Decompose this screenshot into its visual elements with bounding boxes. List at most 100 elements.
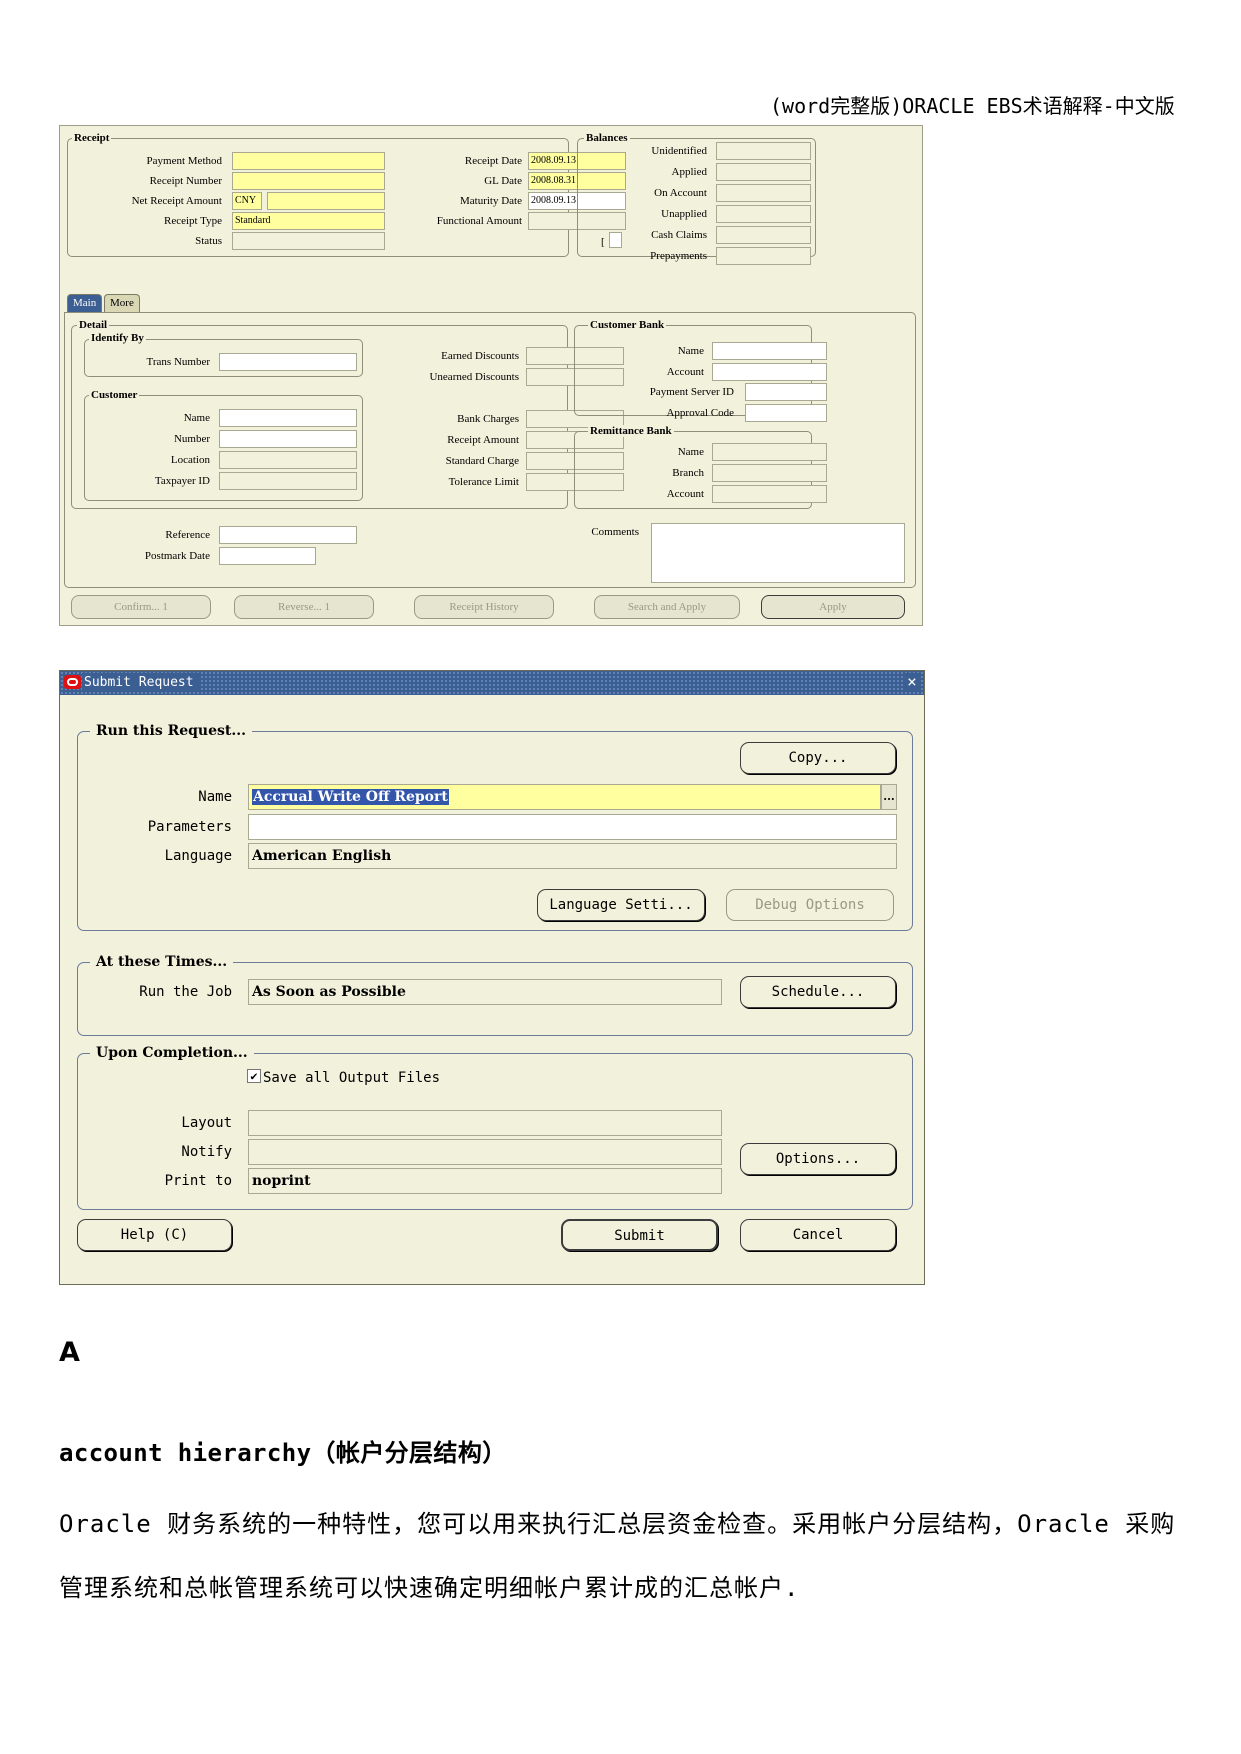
rb-name-label: Name — [677, 446, 704, 458]
reference-field[interactable] — [219, 526, 357, 544]
status-label: Status — [195, 235, 222, 247]
unidentified-label: Unidentified — [651, 145, 707, 157]
tab-main[interactable]: Main — [67, 294, 103, 312]
cb-name-field[interactable] — [712, 342, 827, 360]
copy-button[interactable]: Copy... — [740, 742, 896, 774]
gl-date-label: GL Date — [484, 175, 522, 187]
rb-branch-field — [712, 464, 827, 482]
receipt-amount-label: Receipt Amount — [447, 434, 519, 446]
run-request-legend: Run this Request... — [90, 723, 252, 739]
rb-branch-label: Branch — [672, 467, 704, 479]
applied-field — [716, 163, 811, 181]
cb-name-label: Name — [677, 345, 704, 357]
cb-account-label: Account — [666, 366, 704, 378]
cb-account-field[interactable] — [712, 363, 827, 381]
apply-button[interactable]: Apply — [761, 595, 905, 619]
rb-account-field — [712, 485, 827, 503]
unearned-discounts-label: Unearned Discounts — [429, 371, 519, 383]
save-output-checkbox[interactable]: ✔ — [247, 1069, 261, 1083]
earned-discounts-label: Earned Discounts — [441, 350, 519, 362]
layout-field — [248, 1110, 722, 1136]
taxpayer-id-label: Taxpayer ID — [154, 475, 210, 487]
oracle-logo-icon — [64, 675, 81, 689]
debug-options-button[interactable]: Debug Options — [726, 889, 894, 921]
tolerance-limit-label: Tolerance Limit — [448, 476, 519, 488]
reference-label: Reference — [165, 529, 210, 541]
balances-legend: Balances — [584, 132, 630, 144]
prepayments-field — [716, 247, 811, 265]
postmark-date-label: Postmark Date — [144, 550, 210, 562]
rb-account-label: Account — [666, 488, 704, 500]
prepayments-label: Prepayments — [650, 250, 707, 262]
options-button[interactable]: Options... — [740, 1143, 896, 1175]
term-heading: account hierarchy（帐户分层结构） — [59, 1439, 507, 1467]
receipt-form-screenshot: Receipt Payment Method Receipt Number Ne… — [59, 125, 923, 626]
payment-server-id-label: Payment Server ID — [649, 386, 734, 398]
confirm-button[interactable]: Confirm... 1 — [71, 595, 211, 619]
detail-legend: Detail — [77, 319, 110, 331]
receipt-legend: Receipt — [72, 132, 112, 144]
tab-more[interactable]: More — [104, 294, 140, 312]
payment-method-field[interactable] — [232, 152, 385, 170]
receipt-type-select[interactable]: Standard — [232, 212, 385, 230]
customer-legend: Customer — [89, 389, 140, 401]
functional-amount-label: Functional Amount — [436, 215, 522, 227]
comments-field[interactable] — [651, 523, 905, 583]
receipt-history-button[interactable]: Receipt History — [414, 595, 554, 619]
customer-number-label: Number — [173, 433, 210, 445]
approval-code-field[interactable] — [745, 404, 827, 422]
payment-server-id-field[interactable] — [745, 383, 827, 401]
cancel-button[interactable]: Cancel — [740, 1219, 896, 1251]
notify-label: Notify — [181, 1144, 232, 1160]
customer-name-label: Name — [183, 412, 210, 424]
trans-number-field[interactable] — [219, 353, 357, 371]
bank-charges-label: Bank Charges — [457, 413, 519, 425]
print-to-field: noprint — [248, 1168, 722, 1194]
dialog-title-bar: Submit Request × — [60, 671, 924, 695]
run-job-field: As Soon as Possible — [248, 979, 722, 1005]
submit-button[interactable]: Submit — [561, 1219, 718, 1251]
cash-claims-field — [716, 226, 811, 244]
customer-number-field[interactable] — [219, 430, 357, 448]
language-settings-button[interactable]: Language Setti... — [537, 889, 705, 921]
customer-name-field[interactable] — [219, 409, 357, 427]
section-letter: A — [59, 1337, 80, 1368]
currency-field[interactable]: CNY — [232, 192, 262, 210]
parameters-field[interactable] — [248, 814, 897, 840]
remittance-bank-legend: Remittance Bank — [588, 425, 674, 437]
request-name-field[interactable]: Accrual Write Off Report — [248, 784, 881, 810]
unapplied-label: Unapplied — [661, 208, 707, 220]
on-account-label: On Account — [654, 187, 707, 199]
identify-by-legend: Identify By — [89, 332, 146, 344]
customer-bank-legend: Customer Bank — [588, 319, 667, 331]
reverse-button[interactable]: Reverse... 1 — [234, 595, 374, 619]
location-field — [219, 451, 357, 469]
language-field: American English — [248, 843, 897, 869]
save-output-label: Save all Output Files — [263, 1070, 441, 1086]
approval-code-label: Approval Code — [666, 407, 734, 419]
list-of-values-button[interactable]: ... — [881, 784, 897, 810]
search-and-apply-button[interactable]: Search and Apply — [594, 595, 740, 619]
dialog-title: Submit Request — [82, 673, 200, 692]
postmark-date-field[interactable] — [219, 547, 316, 565]
receipt-number-field[interactable] — [232, 172, 385, 190]
run-job-label: Run the Job — [139, 984, 232, 1000]
help-button[interactable]: Help (C) — [77, 1219, 232, 1251]
taxpayer-id-field — [219, 472, 357, 490]
net-receipt-amount-field[interactable] — [267, 192, 385, 210]
status-field — [232, 232, 385, 250]
completion-legend: Upon Completion... — [90, 1045, 254, 1061]
receipt-type-label: Receipt Type — [164, 215, 222, 227]
on-account-field — [716, 184, 811, 202]
payment-method-label: Payment Method — [146, 155, 222, 167]
applied-label: Applied — [671, 166, 707, 178]
definition-paragraph: Oracle 财务系统的一种特性，您可以用来执行汇总层资金检查。采用帐户分层结构… — [59, 1510, 1176, 1602]
schedule-button[interactable]: Schedule... — [740, 976, 896, 1008]
request-name-value: Accrual Write Off Report — [252, 789, 449, 805]
layout-label: Layout — [181, 1115, 232, 1131]
maturity-date-label: Maturity Date — [459, 195, 522, 207]
unidentified-field — [716, 142, 811, 160]
close-icon[interactable]: × — [903, 673, 921, 691]
standard-charge-label: Standard Charge — [445, 455, 519, 467]
receipt-date-label: Receipt Date — [464, 155, 522, 167]
